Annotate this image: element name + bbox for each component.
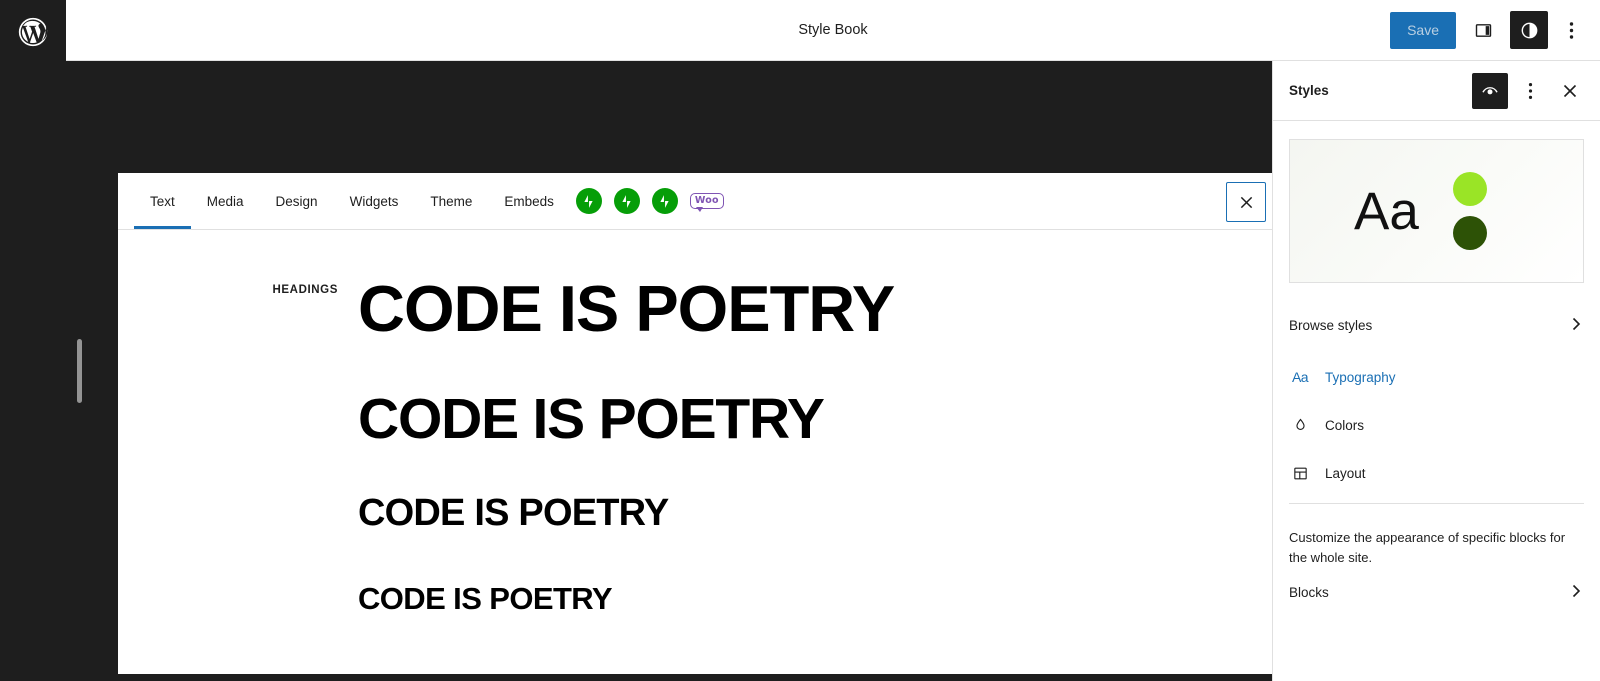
heading-preview-h1[interactable]: CODE IS POETRY [358,274,1276,344]
sidebar-toggle-icon[interactable] [1464,11,1502,49]
header-more-menu-icon[interactable] [1556,11,1586,49]
wordpress-logo-icon[interactable] [14,13,52,51]
nav-label: Layout [1325,466,1366,481]
section-label-headings: HEADINGS [118,274,352,615]
chevron-right-icon [1568,316,1584,335]
tab-widgets[interactable]: Widgets [334,173,415,229]
blocks-label: Blocks [1289,585,1329,600]
chevron-right-icon [1568,583,1584,602]
resize-handle-left[interactable] [77,339,82,403]
jetpack-icon [576,188,602,214]
close-styles-panel-button[interactable] [1552,73,1588,109]
blocks-description: Customize the appearance of specific blo… [1273,510,1600,575]
styles-contrast-circle-icon[interactable] [1510,11,1548,49]
jetpack-icon [652,188,678,214]
blocks-row[interactable]: Blocks [1273,575,1600,602]
styles-more-menu-icon[interactable] [1512,73,1548,109]
style-book-frame: Text Media Design Widgets Theme Embeds [118,173,1276,674]
tab-embeds[interactable]: Embeds [488,173,570,229]
heading-preview-h4[interactable]: CODE IS POETRY [358,582,1276,615]
preview-sample-text: Aa [1354,185,1419,238]
styles-nav-list: Aa Typography Colors Layout [1273,349,1600,497]
tab-media[interactable]: Media [191,173,260,229]
nav-label: Colors [1325,418,1364,433]
tab-label: Media [207,194,244,209]
tab-label: Text [150,194,175,209]
heading-preview-h2[interactable]: CODE IS POETRY [358,389,1276,451]
style-book-content: HEADINGS CODE IS POETRY CODE IS POETRY C… [118,230,1276,615]
browse-styles-row[interactable]: Browse styles [1273,301,1600,349]
save-button[interactable]: Save [1390,12,1456,49]
styles-sidebar-panel: Styles [1272,61,1600,681]
style-book-tablist: Text Media Design Widgets Theme Embeds [118,173,1276,230]
droplet-icon [1289,417,1311,434]
style-preview-card[interactable]: Aa [1289,139,1584,283]
close-style-book-button[interactable] [1226,182,1266,222]
close-icon [1239,195,1254,210]
nav-label: Typography [1325,370,1396,385]
tab-label: Widgets [350,194,399,209]
headings-preview-list: CODE IS POETRY CODE IS POETRY CODE IS PO… [352,274,1276,615]
tab-design[interactable]: Design [260,173,334,229]
preview-color-swatches [1453,172,1487,250]
layout-icon [1289,465,1311,482]
revisions-eye-icon[interactable] [1472,73,1508,109]
styles-panel-title: Styles [1289,83,1329,98]
panel-divider [1289,503,1584,504]
styles-nav-colors[interactable]: Colors [1273,401,1600,449]
page-title: Style Book [66,22,1600,38]
wordpress-site-editor: Style Book Save [0,0,1600,681]
woocommerce-icon: Woo [690,193,724,210]
styles-nav-typography[interactable]: Aa Typography [1273,353,1600,401]
editor-header: Style Book Save [66,0,1600,61]
tab-label: Design [276,194,318,209]
tab-text[interactable]: Text [134,173,191,229]
styles-panel-actions [1472,73,1588,109]
color-swatch-secondary [1453,216,1487,250]
tab-jetpack-3[interactable] [646,173,684,229]
tab-label: Embeds [504,194,554,209]
tab-label: Theme [430,194,472,209]
jetpack-icon [614,188,640,214]
tab-jetpack-2[interactable] [608,173,646,229]
tab-theme[interactable]: Theme [414,173,488,229]
styles-nav-layout[interactable]: Layout [1273,449,1600,497]
tab-jetpack-1[interactable] [570,173,608,229]
close-icon [1562,83,1578,99]
typography-aa-icon: Aa [1289,369,1311,385]
editor-canvas: Text Media Design Widgets Theme Embeds [66,61,1272,681]
color-swatch-primary [1453,172,1487,206]
header-actions: Save [1390,11,1600,49]
browse-styles-label: Browse styles [1289,318,1372,333]
styles-panel-header: Styles [1273,61,1600,121]
editor-left-rail [0,0,66,681]
tab-woocommerce[interactable]: Woo [684,173,730,229]
heading-preview-h3[interactable]: CODE IS POETRY [358,493,1276,534]
